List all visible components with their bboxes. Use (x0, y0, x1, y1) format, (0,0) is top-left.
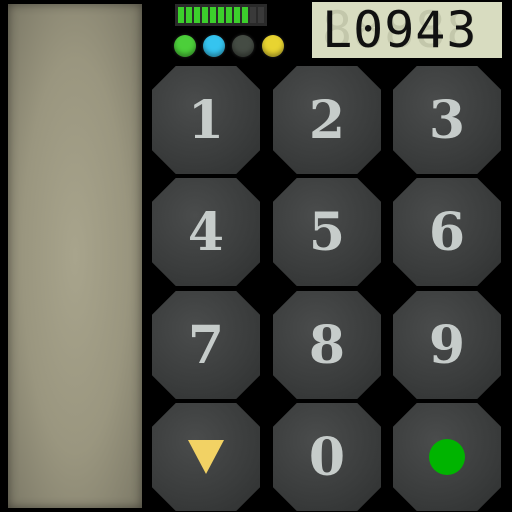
signal-segment (194, 7, 200, 23)
key-1-label: 1 (187, 89, 225, 151)
key-3[interactable]: 3 (393, 66, 501, 174)
key-9[interactable]: 9 (393, 291, 501, 399)
key-5[interactable]: 5 (273, 178, 381, 286)
key-4[interactable]: 4 (152, 178, 260, 286)
key-4-label: 4 (187, 201, 225, 263)
key-8[interactable]: 8 (273, 291, 381, 399)
key-2-label: 2 (308, 89, 346, 151)
signal-segment (242, 7, 248, 23)
signal-segment (202, 7, 208, 23)
lcd-display: 88888 L0943 (312, 2, 502, 58)
key-8-label: 8 (308, 314, 346, 376)
signal-segment (218, 7, 224, 23)
dark-indicator-light (232, 35, 254, 57)
key-1[interactable]: 1 (152, 66, 260, 174)
side-panel (8, 4, 142, 508)
green-indicator-light (174, 35, 196, 57)
signal-segment (250, 7, 256, 23)
key-2[interactable]: 2 (273, 66, 381, 174)
key-5-label: 5 (308, 201, 346, 263)
confirm-key[interactable] (393, 403, 501, 511)
lcd-code: L0943 (322, 2, 478, 58)
indicator-lights (173, 35, 289, 59)
cyan-indicator-light (203, 35, 225, 57)
key-7-label: 7 (187, 314, 225, 376)
down-key[interactable] (152, 403, 260, 511)
green-dot-icon (429, 439, 465, 475)
signal-segment (226, 7, 232, 23)
key-9-label: 9 (428, 314, 466, 376)
signal-segment (178, 7, 184, 23)
key-7[interactable]: 7 (152, 291, 260, 399)
key-0[interactable]: 0 (273, 403, 381, 511)
key-6-label: 6 (428, 201, 466, 263)
signal-segment (186, 7, 192, 23)
signal-segment (234, 7, 240, 23)
yellow-indicator-light (262, 35, 284, 57)
key-0-label: 0 (308, 426, 346, 488)
signal-segment (258, 7, 264, 23)
key-6[interactable]: 6 (393, 178, 501, 286)
signal-segment (210, 7, 216, 23)
key-3-label: 3 (428, 89, 466, 151)
signal-strength-bar (175, 4, 267, 26)
down-triangle-icon (188, 440, 224, 474)
